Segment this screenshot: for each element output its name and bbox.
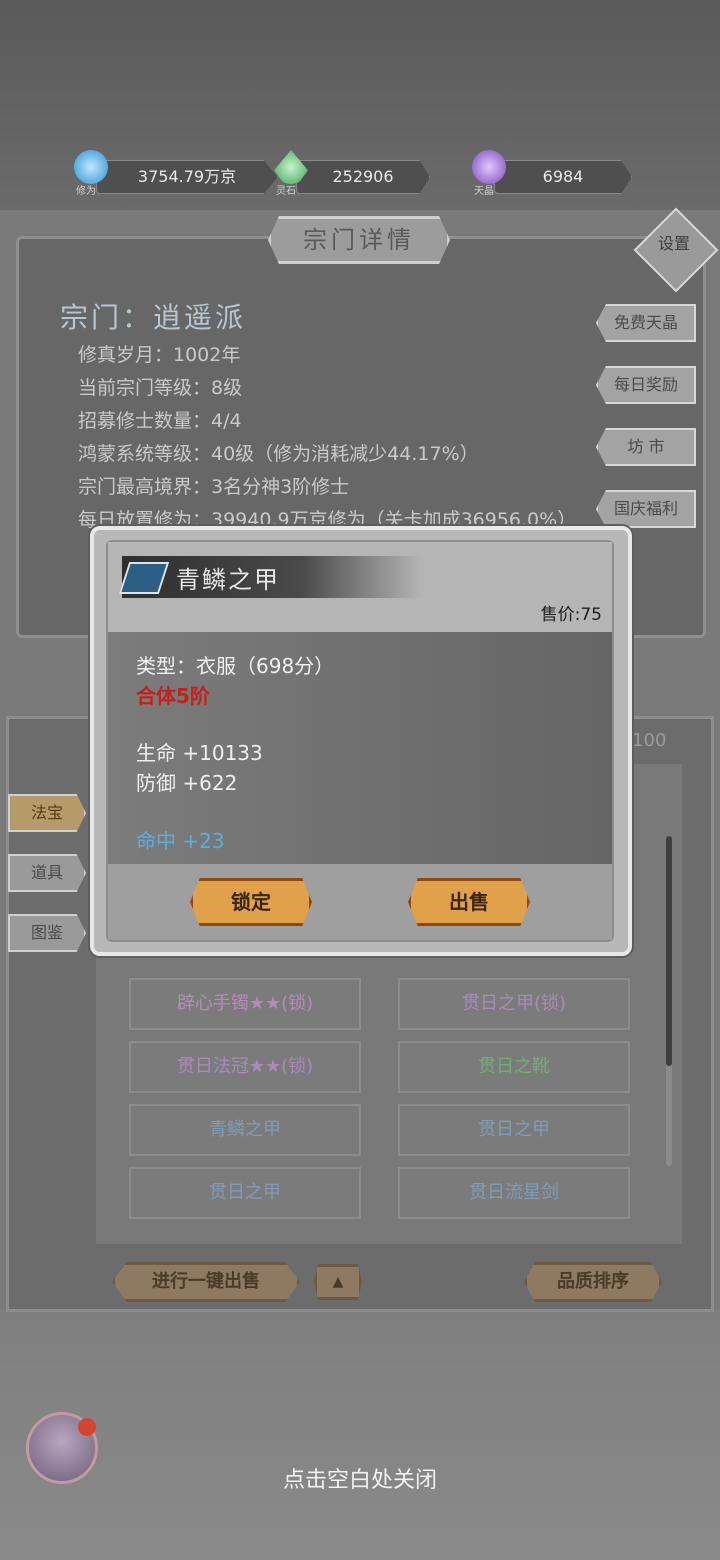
dialog-footer bbox=[108, 864, 612, 940]
sect-info-line: 当前宗门等级：8级 bbox=[78, 377, 243, 399]
inventory-item[interactable]: 贯日之甲 bbox=[129, 1167, 361, 1219]
market-button[interactable]: 坊 市 bbox=[596, 428, 696, 466]
inventory-item[interactable]: 辟心手镯★★(锁) bbox=[129, 978, 361, 1030]
resource-sky-crystal: 6984 天晶 bbox=[472, 150, 642, 197]
item-label: 贯日法冠★★(锁) bbox=[176, 1056, 314, 1077]
item-label: 青鳞之甲 bbox=[209, 1119, 281, 1140]
item-label: 贯日之甲(锁) bbox=[461, 993, 567, 1014]
cultivation-flame-icon bbox=[74, 150, 108, 184]
inventory-item[interactable]: 贯日之靴 bbox=[398, 1041, 630, 1093]
item-label: 贯日之甲 bbox=[478, 1119, 550, 1140]
sect-details-title: 宗门详情 bbox=[268, 216, 450, 264]
scene-background-bottom bbox=[0, 1310, 720, 1560]
inventory-scroll-thumb[interactable] bbox=[666, 836, 672, 1066]
inventory-count: /100 bbox=[626, 730, 667, 751]
item-hit-stat: 命中 +23 bbox=[136, 829, 225, 853]
item-defense-stat: 防御 +622 bbox=[136, 771, 238, 795]
tab-props[interactable]: 道具 bbox=[8, 854, 86, 892]
sect-info-line: 修真岁月：1002年 bbox=[78, 344, 241, 366]
inventory-item[interactable]: 青鳞之甲 bbox=[129, 1104, 361, 1156]
item-label: 贯日之甲 bbox=[209, 1182, 281, 1203]
sect-info-line: 招募修士数量：4/4 bbox=[78, 410, 242, 432]
inventory-item[interactable]: 贯日法冠★★(锁) bbox=[129, 1041, 361, 1093]
item-label: 贯日之靴 bbox=[478, 1056, 550, 1077]
resource-value: 3754.79万京 bbox=[96, 160, 278, 194]
notification-dot-icon bbox=[78, 1418, 96, 1436]
resource-label: 天晶 bbox=[474, 186, 494, 197]
national-day-welfare-button[interactable]: 国庆福利 bbox=[596, 490, 696, 528]
item-label: 辟心手镯★★(锁) bbox=[176, 993, 314, 1014]
sell-all-button[interactable]: 进行一键出售 bbox=[112, 1262, 300, 1302]
close-hint: 点击空白处关闭 bbox=[282, 1468, 437, 1493]
resource-cultivation: 3754.79万京 修为 bbox=[74, 150, 284, 197]
item-label: 贯日流星剑 bbox=[469, 1182, 559, 1203]
tab-treasure[interactable]: 法宝 bbox=[8, 794, 86, 832]
sell-button[interactable]: 出售 bbox=[408, 878, 530, 926]
inventory-item[interactable]: 贯日流星剑 bbox=[398, 1167, 630, 1219]
free-sky-crystal-button[interactable]: 免费天晶 bbox=[596, 304, 696, 342]
inventory-item[interactable]: 贯日之甲 bbox=[398, 1104, 630, 1156]
item-price: 售价:75 bbox=[540, 605, 602, 625]
sky-crystal-icon bbox=[472, 150, 506, 184]
settings-label[interactable]: 设置 bbox=[646, 230, 702, 258]
lock-button[interactable]: 锁定 bbox=[190, 878, 312, 926]
item-type: 类型：衣服（698分） bbox=[136, 654, 335, 678]
item-realm: 合体5阶 bbox=[136, 684, 210, 708]
scroll-up-button[interactable]: ▲ bbox=[314, 1264, 362, 1300]
sect-name: 宗门：逍遥派 bbox=[60, 301, 247, 334]
sect-info-line: 鸿蒙系统等级：40级（修为消耗减少44.17%） bbox=[78, 443, 479, 465]
item-hp-stat: 生命 +10133 bbox=[136, 741, 263, 765]
resource-value: 252906 bbox=[296, 160, 430, 194]
resource-label: 灵石 bbox=[276, 186, 296, 197]
resource-value: 6984 bbox=[494, 160, 632, 194]
daily-reward-button[interactable]: 每日奖励 bbox=[596, 366, 696, 404]
item-title: 青鳞之甲 bbox=[176, 566, 280, 594]
resource-spirit-stone: 252906 灵石 bbox=[274, 150, 434, 197]
quality-sort-button[interactable]: 品质排序 bbox=[524, 1262, 662, 1302]
inventory-item[interactable]: 贯日之甲(锁) bbox=[398, 978, 630, 1030]
sect-info-line: 宗门最高境界：3名分神3阶修士 bbox=[78, 476, 350, 498]
tab-codex[interactable]: 图鉴 bbox=[8, 914, 86, 952]
resource-label: 修为 bbox=[76, 186, 96, 197]
